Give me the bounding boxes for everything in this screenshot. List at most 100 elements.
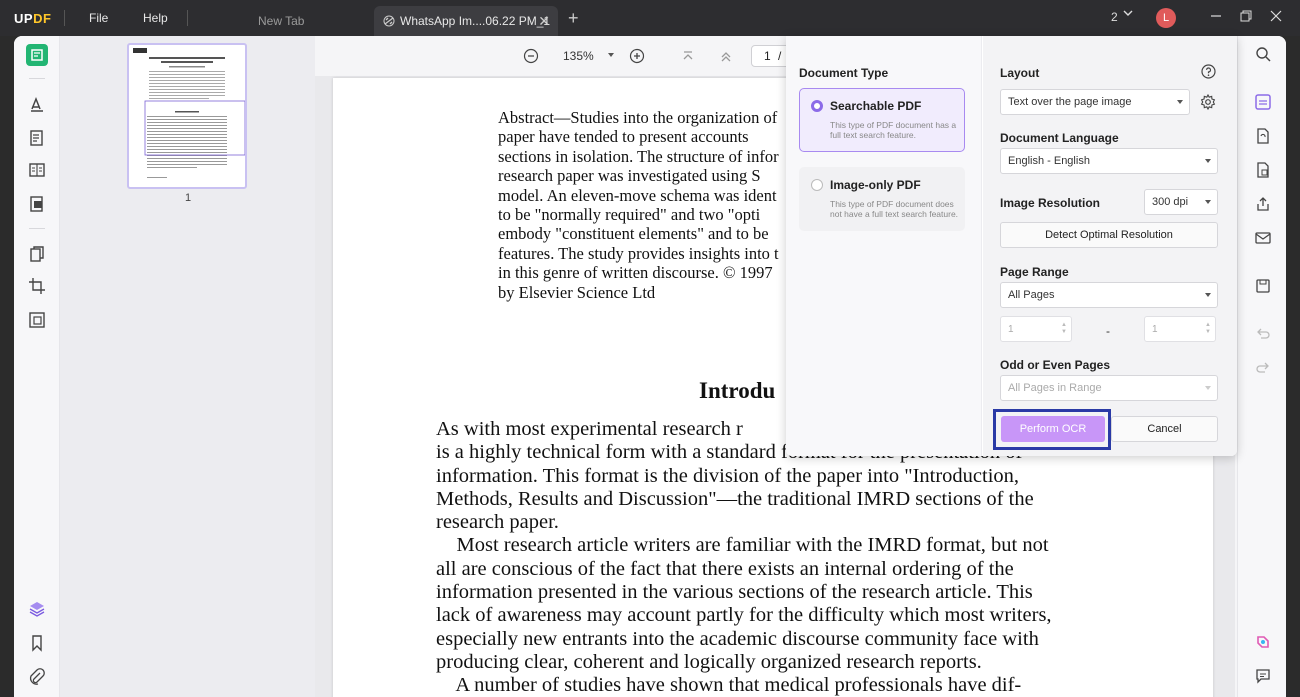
ocr-tool[interactable] — [26, 243, 48, 265]
tab-new[interactable]: New Tab — [190, 6, 370, 36]
highlighter-icon — [31, 96, 43, 112]
range-from-input[interactable]: 1 ▲ ▼ — [1000, 316, 1072, 342]
previous-page-icon[interactable] — [718, 48, 734, 64]
odd-even-label: Odd or Even Pages — [1000, 358, 1111, 372]
email-button[interactable] — [1254, 229, 1272, 247]
reader-tool[interactable] — [26, 44, 48, 66]
option-description: This type of PDF document has a full tex… — [830, 120, 957, 140]
radio-unselected[interactable] — [811, 179, 823, 191]
undo-button[interactable] — [1254, 325, 1272, 343]
document-type-panel: Document Type Searchable PDF This type o… — [786, 36, 982, 456]
watermark-tool[interactable] — [26, 309, 48, 331]
comment-icon — [1256, 669, 1270, 684]
odd-even-select[interactable]: All Pages in Range — [1000, 375, 1218, 401]
redo-button[interactable] — [1254, 359, 1272, 377]
undo-icon — [1257, 328, 1270, 339]
protect-button[interactable] — [1254, 161, 1272, 179]
chevron-down-icon — [1205, 293, 1211, 297]
paperclip-icon — [29, 668, 45, 685]
language-value: English - English — [1008, 155, 1090, 167]
ai-assistant-icon — [1257, 636, 1269, 648]
thumbnail-page-number: 1 — [185, 192, 192, 204]
ocr-settings-panel: Layout Text over the page image Document… — [983, 36, 1237, 456]
save-button[interactable] — [1254, 277, 1272, 295]
title-bar: UPDF File Help New Tab WhatsApp Im....06… — [0, 0, 1300, 36]
ocr-dialog: Document Type Searchable PDF This type o… — [786, 36, 1237, 456]
window-count[interactable]: 2 — [1111, 10, 1118, 24]
separator — [187, 10, 188, 26]
comments-button[interactable] — [1254, 667, 1272, 685]
separator — [29, 78, 45, 79]
menu-help[interactable]: Help — [143, 11, 168, 25]
resolution-value: 300 dpi — [1152, 196, 1189, 208]
bookmark-tool[interactable] — [26, 632, 48, 654]
zoom-level[interactable]: 135% — [563, 49, 594, 63]
resolution-select[interactable]: 300 dpi — [1144, 189, 1218, 215]
stepper-icon[interactable]: ▲ ▼ — [1205, 322, 1211, 336]
chevron-down-icon[interactable] — [607, 52, 615, 58]
stepper-icon[interactable]: ▲ ▼ — [1061, 322, 1067, 336]
layers-tool[interactable] — [26, 598, 48, 620]
page-separator: / — [778, 49, 782, 63]
option-searchable-pdf[interactable]: Searchable PDF This type of PDF document… — [799, 88, 965, 152]
attachment-tool[interactable] — [26, 666, 48, 688]
range-dash: - — [1106, 324, 1110, 338]
chevron-down-icon — [1205, 200, 1211, 204]
detect-resolution-button[interactable]: Detect Optimal Resolution — [1000, 222, 1218, 248]
edit-document-icon — [30, 130, 43, 146]
cancel-button[interactable]: Cancel — [1111, 416, 1218, 442]
mail-icon — [1255, 232, 1271, 244]
link-icon — [383, 15, 395, 27]
minimize-icon[interactable] — [1208, 8, 1224, 24]
crop-icon — [29, 278, 45, 294]
menu-file[interactable]: File — [89, 11, 108, 25]
share-button[interactable] — [1254, 195, 1272, 213]
chevron-down-icon[interactable] — [1123, 8, 1133, 18]
layout-select[interactable]: Text over the page image — [1000, 89, 1190, 115]
page-thumbnail[interactable] — [127, 43, 247, 189]
crop-tool[interactable] — [26, 275, 48, 297]
pages-icon — [29, 163, 45, 177]
first-page-icon[interactable] — [680, 48, 696, 64]
edit-tool[interactable] — [26, 127, 48, 149]
separator — [64, 10, 65, 26]
page-range-select[interactable]: All Pages — [1000, 282, 1218, 308]
protect-file-icon — [1257, 162, 1269, 178]
resolution-label: Image Resolution — [1000, 196, 1101, 210]
convert-button[interactable] — [1254, 127, 1272, 145]
right-toolbar — [1237, 36, 1286, 697]
add-tab-icon[interactable]: + — [568, 8, 579, 29]
redo-icon — [1256, 362, 1269, 373]
page-number-input[interactable]: 1 / — [751, 45, 791, 67]
layers-icon — [29, 602, 45, 617]
option-image-only-pdf[interactable]: Image-only PDF This type of PDF document… — [799, 167, 965, 231]
organize-tool[interactable] — [26, 159, 48, 181]
restore-icon[interactable] — [1238, 8, 1254, 24]
help-icon[interactable] — [1201, 64, 1216, 79]
radio-selected[interactable] — [811, 100, 823, 112]
ai-assistant-button[interactable] — [1254, 633, 1272, 651]
zoom-out-icon[interactable] — [523, 48, 539, 64]
ocr-icon — [1255, 94, 1271, 110]
gear-icon[interactable] — [1200, 94, 1216, 110]
perform-ocr-button[interactable]: Perform OCR — [1001, 416, 1105, 442]
close-tab-icon[interactable]: ✕ — [538, 13, 550, 30]
tab-document[interactable]: WhatsApp Im....06.22 PM_1 ✕ — [374, 6, 558, 36]
avatar[interactable]: L — [1156, 8, 1176, 28]
comment-tool[interactable] — [26, 93, 48, 115]
option-title: Image-only PDF — [830, 178, 921, 192]
form-tool[interactable] — [26, 193, 48, 215]
range-to-value: 1 — [1152, 324, 1158, 335]
tab-label: WhatsApp Im....06.22 PM_1 — [400, 14, 551, 28]
share-icon — [1257, 197, 1269, 211]
range-from-value: 1 — [1008, 324, 1014, 335]
option-description: This type of PDF document does not have … — [830, 199, 959, 219]
close-window-icon[interactable] — [1268, 8, 1284, 24]
page-range-value: All Pages — [1008, 289, 1055, 301]
ocr-button[interactable] — [1254, 93, 1272, 111]
layers-page-icon — [29, 312, 45, 328]
zoom-in-icon[interactable] — [629, 48, 645, 64]
range-to-input[interactable]: 1 ▲ ▼ — [1144, 316, 1216, 342]
language-select[interactable]: English - English — [1000, 148, 1218, 174]
search-button[interactable] — [1254, 45, 1272, 63]
